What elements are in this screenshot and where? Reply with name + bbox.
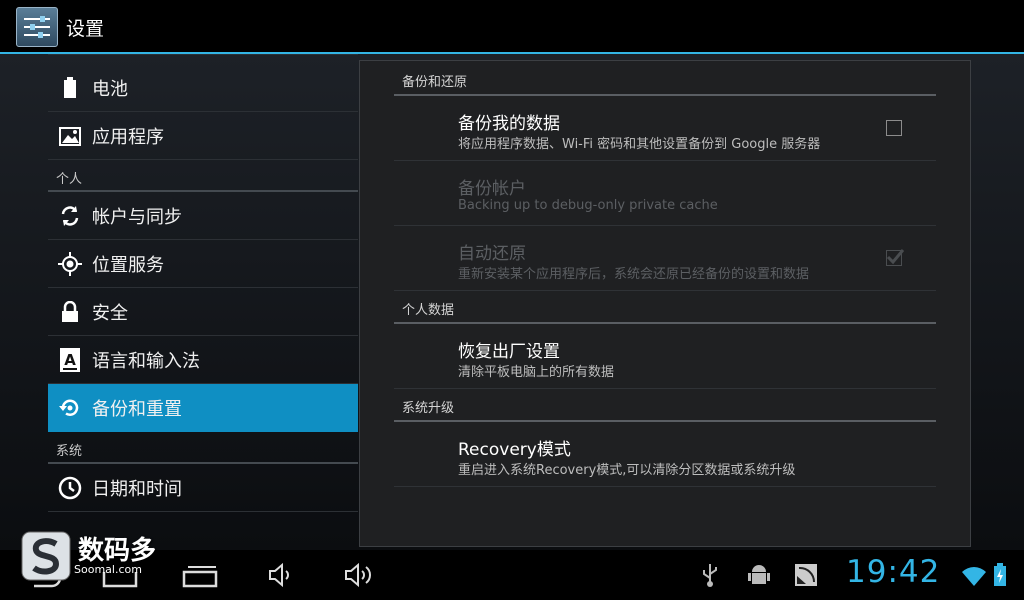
backup-data-checkbox[interactable] <box>886 120 902 136</box>
volume-down-icon[interactable] <box>268 562 294 588</box>
header-system: 系统 <box>48 432 358 464</box>
battery-icon <box>48 76 92 99</box>
section-header-system-upgrade: 系统升级 <box>394 397 936 422</box>
pref-summary: Backing up to debug-only private cache <box>458 198 718 213</box>
section-header-backup: 备份和还原 <box>394 71 936 96</box>
pref-title: Recovery模式 <box>458 440 571 460</box>
pref-backup-account[interactable]: 备份帐户 Backing up to debug-only private ca… <box>394 162 936 226</box>
menu-item-battery[interactable]: 电池 <box>48 64 358 112</box>
status-clock: 19:42 <box>846 554 941 590</box>
pref-summary: 重新安装某个应用程序后，系统会还原已经备份的设置和数据 <box>458 267 810 282</box>
pref-backup-my-data[interactable]: 备份我的数据 将应用程序数据、Wi-Fi 密码和其他设置备份到 Google 服… <box>394 97 936 161</box>
list-top-divider <box>48 54 358 55</box>
pref-factory-reset[interactable]: 恢复出厂设置 清除平板电脑上的所有数据 <box>394 325 936 389</box>
action-bar: 设置 <box>0 0 1024 54</box>
usb-icon <box>703 564 717 587</box>
header-personal: 个人 <box>48 160 358 192</box>
menu-item-location[interactable]: 位置服务 <box>48 240 358 288</box>
pref-summary: 重启进入系统Recovery模式,可以清除分区数据或系统升级 <box>458 463 796 478</box>
settings-app-icon[interactable] <box>16 7 58 47</box>
app-title: 设置 <box>66 18 105 40</box>
backup-reset-panel: 备份和还原 备份我的数据 将应用程序数据、Wi-Fi 密码和其他设置备份到 Go… <box>359 60 971 547</box>
menu-item-security[interactable]: 安全 <box>48 288 358 336</box>
backup-icon <box>48 396 92 420</box>
pref-title: 自动还原 <box>458 244 526 264</box>
auto-restore-checkbox[interactable] <box>886 249 905 266</box>
sliders-icon <box>24 16 50 38</box>
section-header-personal-data: 个人数据 <box>394 299 936 324</box>
menu-item-backup-reset[interactable]: 备份和重置 <box>48 384 358 432</box>
soomal-logo-icon <box>21 531 71 581</box>
menu-item-language-input[interactable]: A 语言和输入法 <box>48 336 358 384</box>
recent-apps-icon[interactable] <box>180 562 220 588</box>
screenshot-icon <box>795 564 817 586</box>
menu-item-label: 电池 <box>92 78 128 100</box>
location-icon <box>48 251 92 276</box>
watermark-site: Soomal.com <box>74 563 142 576</box>
volume-up-icon[interactable] <box>344 562 376 588</box>
menu-item-accounts-sync[interactable]: 帐户与同步 <box>48 192 358 240</box>
menu-item-label: 日期和时间 <box>92 478 182 500</box>
sync-icon <box>48 205 92 227</box>
android-debug-icon <box>748 565 770 584</box>
apps-icon <box>48 125 92 147</box>
svg-text:A: A <box>64 351 76 369</box>
battery-charging-icon <box>994 563 1006 586</box>
language-icon: A <box>48 347 92 372</box>
menu-item-label: 应用程序 <box>92 126 164 148</box>
pref-title: 备份我的数据 <box>458 114 560 134</box>
pref-recovery-mode[interactable]: Recovery模式 重启进入系统Recovery模式,可以清除分区数据或系统升… <box>394 423 936 487</box>
menu-item-date-time[interactable]: 日期和时间 <box>48 464 358 512</box>
pref-title: 恢复出厂设置 <box>458 342 560 362</box>
lock-icon <box>48 300 92 323</box>
menu-item-apps[interactable]: 应用程序 <box>48 112 358 160</box>
pref-summary: 将应用程序数据、Wi-Fi 密码和其他设置备份到 Google 服务器 <box>458 137 821 152</box>
pref-auto-restore[interactable]: 自动还原 重新安装某个应用程序后，系统会还原已经备份的设置和数据 <box>394 227 936 291</box>
menu-item-label: 安全 <box>92 302 128 324</box>
settings-content: 电池 应用程序 个人 帐户与同步 位置服务 安全 A 语言和输入法 备份和重置 … <box>0 54 1024 550</box>
pref-summary: 清除平板电脑上的所有数据 <box>458 365 615 380</box>
pref-title: 备份帐户 <box>458 179 526 199</box>
menu-item-label: 帐户与同步 <box>92 206 182 228</box>
wifi-icon <box>962 567 986 586</box>
menu-item-label: 备份和重置 <box>92 399 182 420</box>
settings-category-list: 电池 应用程序 个人 帐户与同步 位置服务 安全 A 语言和输入法 备份和重置 … <box>48 64 358 512</box>
watermark-text: 数码多 <box>78 536 157 566</box>
menu-item-label: 位置服务 <box>92 254 164 276</box>
checkmark-icon <box>886 249 905 265</box>
clock-icon <box>48 476 92 500</box>
menu-item-label: 语言和输入法 <box>92 350 200 372</box>
